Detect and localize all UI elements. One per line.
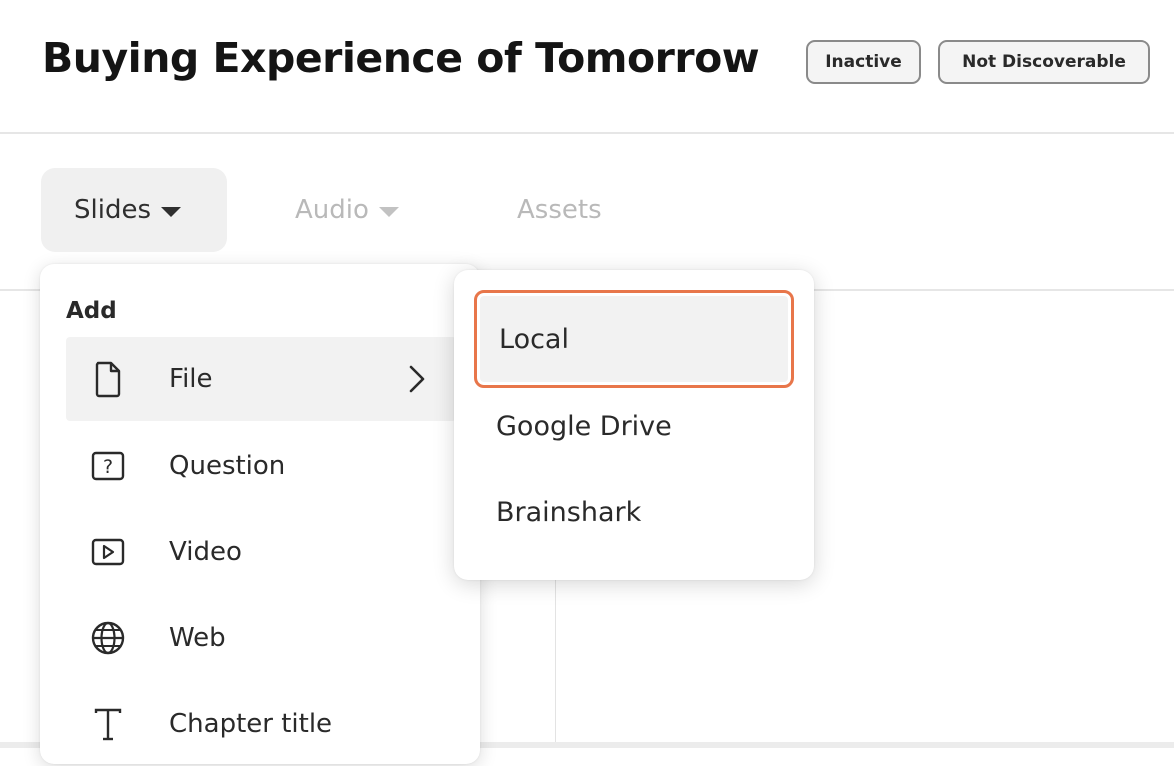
menu-item-web[interactable]: Web [66, 596, 456, 680]
page-header: Buying Experience of Tomorrow Inactive N… [0, 0, 1174, 134]
text-t-icon [94, 708, 122, 741]
submenu-item-google-drive[interactable]: Google Drive [474, 384, 794, 468]
file-submenu: Local Google Drive Brainshark [454, 270, 814, 580]
page-title: Buying Experience of Tomorrow [42, 34, 760, 82]
submenu-item-google-drive-label: Google Drive [496, 410, 672, 442]
tab-audio-label: Audio [295, 195, 369, 225]
menu-item-file[interactable]: File [66, 337, 456, 421]
menu-item-file-label: File [169, 364, 213, 394]
tab-assets-label: Assets [517, 195, 602, 225]
tab-slides[interactable]: Slides [41, 168, 227, 252]
menu-item-video[interactable]: Video [66, 510, 456, 594]
caret-down-icon [161, 206, 181, 217]
menu-item-question[interactable]: ? Question [66, 424, 456, 508]
video-icon [91, 538, 125, 566]
submenu-item-brainshark[interactable]: Brainshark [474, 470, 794, 554]
submenu-item-local-label: Local [499, 323, 569, 355]
svg-text:?: ? [103, 456, 113, 478]
chevron-right-icon [409, 365, 425, 393]
menu-item-chapter-title[interactable]: Chapter title [66, 682, 456, 766]
menu-heading: Add [66, 298, 117, 324]
menu-item-video-label: Video [169, 537, 242, 567]
submenu-item-brainshark-label: Brainshark [496, 496, 642, 528]
add-dropdown-menu: Add File ? Question Video Web Chapter ti… [40, 264, 480, 764]
menu-item-chapter-title-label: Chapter title [169, 709, 333, 739]
tab-assets[interactable]: Assets [517, 168, 602, 252]
tab-audio[interactable]: Audio [295, 168, 399, 252]
status-badge-not-discoverable: Not Discoverable [938, 40, 1150, 84]
submenu-item-local[interactable]: Local [474, 290, 794, 388]
menu-item-web-label: Web [169, 623, 226, 653]
menu-item-question-label: Question [169, 451, 286, 481]
tab-slides-label: Slides [74, 195, 151, 225]
caret-down-icon [378, 206, 399, 217]
file-icon [95, 361, 121, 398]
question-icon: ? [91, 451, 125, 481]
globe-icon [91, 621, 125, 655]
status-badge-inactive: Inactive [806, 40, 921, 84]
